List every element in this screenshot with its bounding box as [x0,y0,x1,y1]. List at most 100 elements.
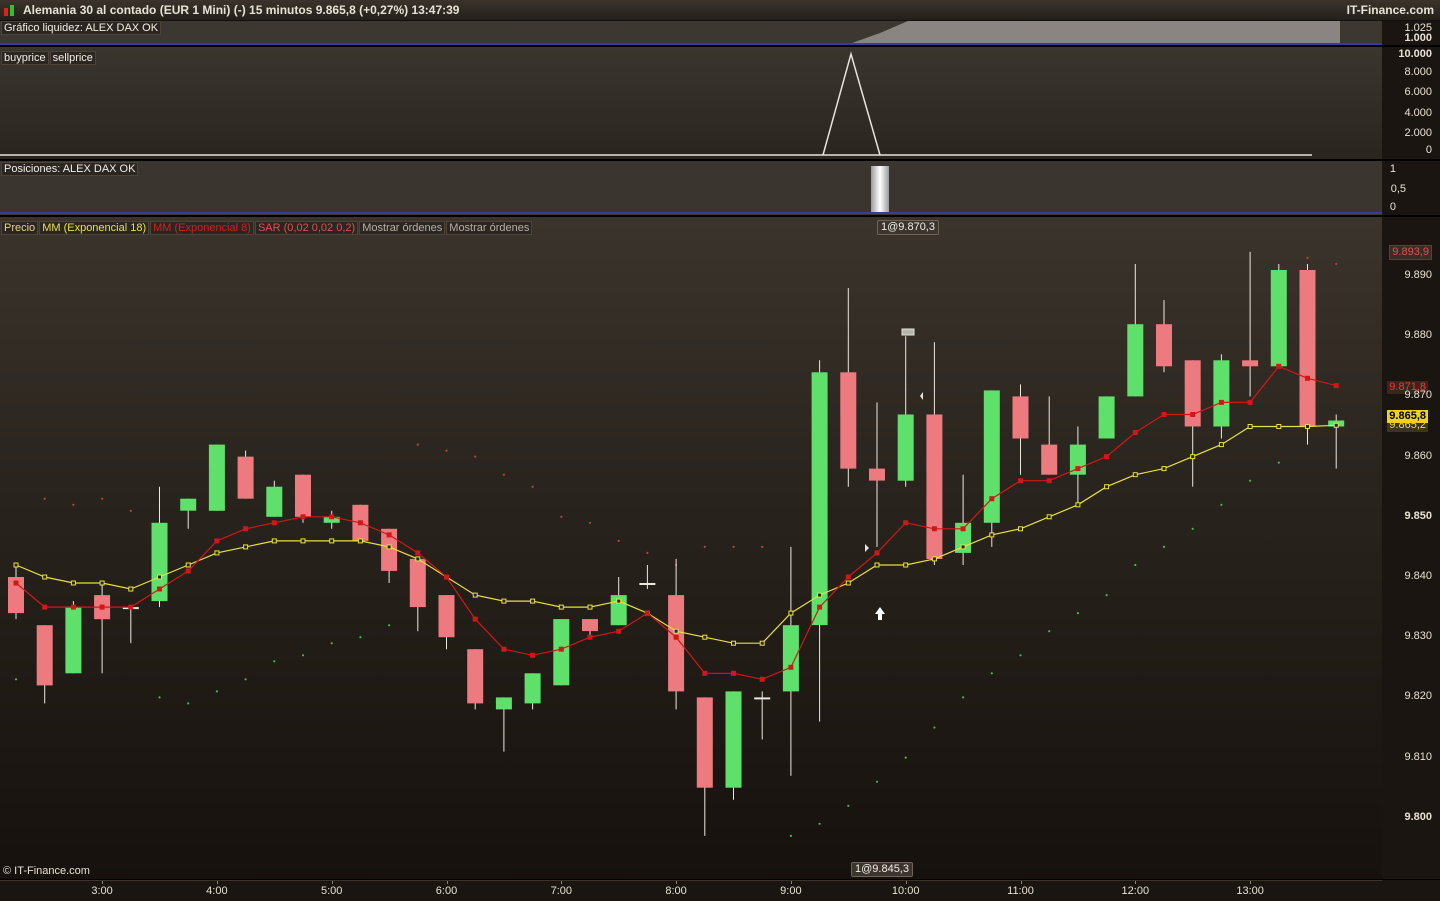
sar-dot [1191,527,1194,530]
sar-dot [560,515,563,518]
sar-dot [445,449,448,452]
ema18-point [530,598,536,604]
sar-dot [1335,262,1338,266]
price-panel[interactable]: Precio MM (Exponencial 18) MM (Exponencial… [0,217,1382,879]
legend-price[interactable]: Precio [1,221,39,235]
candle-body [1242,360,1259,367]
x-tick-mark [561,881,563,884]
ema18-point [386,544,392,550]
sar-dot [14,678,18,681]
sar-dot [1277,461,1280,464]
sar-dot [1134,563,1137,567]
ema8-point [1104,454,1110,460]
pending-order-icon [901,328,915,336]
ema18-point [415,556,421,562]
ema8-point [1276,363,1282,369]
sar-dot [215,690,218,693]
sar-dot [1105,594,1108,597]
y-tick-label: 9.880 [1404,329,1432,342]
x-tick-mark [216,881,218,884]
sar-dot [1162,545,1166,548]
ema18-point [817,592,823,598]
candle-body [438,595,455,638]
ema8-point [300,514,306,520]
y-tick-label: 9.810 [1404,750,1432,763]
ema8-point [530,652,536,658]
liquidity-panel[interactable]: Gráfico liquidez: ALEX DAX OK [0,21,1382,45]
ema18-point [128,586,134,592]
ema18-point [702,634,708,640]
ema18-point [1132,472,1138,478]
ema8-point [329,514,335,520]
sar-dot [904,756,907,759]
legend-orders-2[interactable]: Mostrar órdenes [446,221,533,235]
ema18-point [472,592,478,598]
ema18-point [1075,502,1081,508]
buysell-panel[interactable]: buyprice sellprice [0,47,1382,159]
candle-body [467,649,484,704]
legend-sar[interactable]: SAR (0,02 0,02 0,2) [254,221,359,235]
ema18-point [1333,422,1339,428]
tick-label: 0 [1425,144,1432,156]
ema8-point [989,496,995,502]
ema8-point [817,604,823,610]
x-tick-mark [1020,881,1022,884]
ema8-point [1305,375,1310,381]
ema8-point [845,574,851,580]
ema8-point [1075,466,1081,472]
buyprice-label: buyprice [1,51,49,65]
order-flag-top[interactable]: 1@9.870,3 [877,220,939,235]
ema8-point [13,580,19,586]
positions-panel[interactable]: Posiciones: ALEX DAX OK [0,161,1382,215]
sar-dot [129,509,132,512]
time-axis: 3:00 4:00 5:00 6:00 7:00 8:00 9:00 10:00 11:00 12… [0,880,1440,901]
ema8-point [1190,412,1196,417]
price-legend: Precio MM (Exponencial 18) MM (Exponencial… [1,218,533,236]
ema8-point [357,520,363,526]
candle-body [725,691,742,788]
sar-dot [273,660,276,663]
ema18-point [1247,424,1253,429]
ema8-point [644,610,650,616]
buy-arrow-icon [875,607,885,620]
candle-body [1270,270,1287,367]
ema18-point [931,556,937,562]
ema18-point [214,550,220,556]
ema8-point [42,604,48,610]
ema18-point [903,562,909,568]
ema18-point [587,604,593,610]
sar-dot [1076,612,1079,615]
brand-link[interactable]: IT-Finance.com [1347,3,1434,17]
candle-body [65,607,82,674]
ema18-point [501,598,507,604]
legend-orders-1[interactable]: Mostrar órdenes [359,221,446,235]
candle-body [180,498,197,511]
ema8-point [788,664,794,670]
candle-body [266,486,283,517]
ema18-point [731,640,736,646]
ema8-point [1218,399,1224,405]
ema8-point [243,526,249,532]
x-tick-label: 6:00 [435,885,458,897]
x-tick-label: 12:00 [1121,885,1150,897]
ema18-point [960,544,966,550]
candle-body [295,474,311,517]
y-tick-label: 9.820 [1404,690,1432,703]
ema18-point [1046,514,1052,520]
ema8-point [157,586,162,592]
ema8-point [70,604,76,610]
legend-ema8[interactable]: MM (Exponencial 8) [150,221,254,235]
ema18-point [243,544,249,550]
order-flag-bottom[interactable]: 1@9.845,3 [851,862,913,877]
candle-body [524,673,541,704]
ema8-point [1161,412,1167,417]
ema8-point [1046,478,1052,484]
x-tick-label: 11:00 [1007,885,1034,897]
sar-dot [646,551,649,554]
ema18-point [558,604,564,610]
candle-body [1041,444,1058,475]
ema18-point [788,610,794,616]
candle-body [1098,396,1115,439]
legend-ema18[interactable]: MM (Exponencial 18) [39,221,150,235]
positions-axis: 1 0,5 0 [1382,161,1440,215]
